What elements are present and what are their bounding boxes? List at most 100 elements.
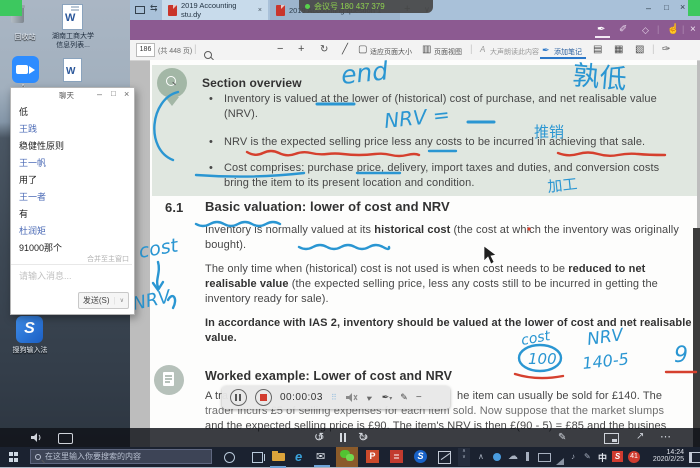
volume-icon[interactable] <box>30 432 43 443</box>
mail-icon[interactable]: ✉ <box>316 450 325 463</box>
tab-accounting-study[interactable]: 2019 Accounting stu.dy × <box>162 0 268 20</box>
chat-minimize-button[interactable]: – <box>97 89 102 99</box>
overview-bullet1-line1: Inventory is valued at the lower of (his… <box>224 93 657 105</box>
pdf-file-icon <box>168 5 177 16</box>
set-tabs-aside-icon[interactable] <box>135 6 145 14</box>
separator: | <box>682 24 684 34</box>
rewind-10-button[interactable]: ↺10 <box>314 430 324 444</box>
chat-maximize-button[interactable]: □ <box>111 89 116 98</box>
fullscreen-icon[interactable]: ↗ <box>636 431 644 442</box>
separator: | <box>652 44 655 55</box>
tab-close-icon[interactable]: × <box>258 7 262 14</box>
fit-page-icon[interactable]: ▢ <box>358 45 367 55</box>
window-close-button[interactable]: × <box>680 2 685 12</box>
window-minimize-button[interactable]: – <box>646 3 651 13</box>
send-button[interactable]: 发送(S)|∨ <box>78 292 129 309</box>
add-notes-label[interactable]: 添加笔记 <box>554 47 582 57</box>
eraser-icon[interactable]: ◇ <box>642 25 649 36</box>
chat-sender-name[interactable]: 王一者 <box>19 190 46 203</box>
ink-pen-icon[interactable]: ✒▾ <box>382 392 393 403</box>
page-view-label[interactable]: 页面视图 <box>434 47 462 57</box>
edge-taskbar-icon[interactable]: e <box>295 449 302 464</box>
zoom-out-button[interactable]: − <box>277 44 283 55</box>
chat-close-button[interactable]: × <box>124 89 129 99</box>
tray-app-icon[interactable] <box>493 453 501 461</box>
task-view-button[interactable] <box>252 452 263 463</box>
minimize-toolbar-icon[interactable]: − <box>416 392 422 403</box>
chat-sender-name[interactable]: 王践 <box>19 122 37 135</box>
chat-message: 有 <box>19 207 28 220</box>
sogou-tray-icon[interactable]: S <box>612 451 623 462</box>
screenshot-app-icon[interactable] <box>438 451 451 464</box>
meeting-id-badge[interactable]: 会议号 180 437 379 <box>299 0 433 13</box>
window-maximize-button[interactable]: □ <box>664 3 669 12</box>
example-line1-right: he item can usually be sold for £140. Th… <box>457 390 662 402</box>
search-placeholder: 在这里输入你要搜索的内容 <box>45 451 141 462</box>
powerpoint-icon[interactable]: P <box>366 450 379 463</box>
display-icon[interactable] <box>538 453 551 462</box>
network-icon[interactable] <box>556 458 564 465</box>
sogou-desktop-icon[interactable]: S <box>16 316 43 343</box>
annotate-pen-icon[interactable]: ✎ <box>558 432 566 443</box>
pin-tray-icon[interactable] <box>526 452 529 461</box>
ballpoint-pen-icon[interactable]: ✒ <box>597 24 605 35</box>
exit-annotation-icon[interactable]: × <box>690 24 696 35</box>
chat-sender-name[interactable]: 王一帆 <box>19 156 46 169</box>
save-as-icon[interactable]: ▧ <box>635 45 644 55</box>
tab-preview-icon[interactable]: ⇆ <box>150 3 158 14</box>
red-app-icon[interactable]: ≣ <box>390 450 403 463</box>
paragraph2-line3: inventory ready for sale). <box>205 293 329 305</box>
overview-bullet1-line2: (NRV). <box>224 108 258 120</box>
pin-toolbar-icon[interactable]: ✑ <box>662 45 670 55</box>
add-notes-pen-icon[interactable]: ✒ <box>542 45 550 56</box>
chat-input[interactable]: 请输入消息... <box>19 269 72 282</box>
taskbar: 在这里输入你要搜索的内容 e ✉ P ≣ S ∧ ∨ ∧ ☁ ♪ ✎ 中 S 4… <box>0 447 700 467</box>
start-button[interactable] <box>9 452 19 462</box>
more-options-icon[interactable]: ⋯ <box>660 430 671 443</box>
audio-tray-icon[interactable]: ♪ <box>571 452 575 461</box>
chat-title: 聊天 <box>59 90 74 101</box>
touch-writing-icon[interactable]: ☝ <box>667 24 679 35</box>
save-icon[interactable]: ▦ <box>614 45 623 55</box>
panel-icon[interactable] <box>58 433 73 444</box>
clock[interactable]: 14:24 2020/2/25 <box>646 449 684 463</box>
cortana-button[interactable] <box>224 452 235 463</box>
zoom-app-icon[interactable] <box>12 56 39 83</box>
pause-button[interactable] <box>230 389 247 406</box>
ime-indicator[interactable]: 中 <box>598 451 607 464</box>
wechat-icon[interactable] <box>340 450 354 462</box>
action-center-icon[interactable] <box>689 452 700 463</box>
draw-line-icon[interactable]: ╱ <box>342 45 348 55</box>
cloud-icon[interactable]: ☁ <box>508 451 518 462</box>
taskbar-search-box[interactable]: 在这里输入你要搜索的内容 <box>30 449 212 464</box>
taskbar-scroll-widget[interactable]: ∧ ∨ <box>458 448 470 466</box>
read-aloud-icon[interactable]: A <box>480 45 485 54</box>
page-view-icon[interactable]: ▥ <box>422 45 431 55</box>
stop-button[interactable] <box>255 389 272 406</box>
highlighter-icon[interactable]: ✐ <box>619 24 627 35</box>
chat-sender-name[interactable]: 杜润矩 <box>19 224 46 237</box>
rotate-icon[interactable]: ↻ <box>320 45 328 55</box>
pen-tray-icon[interactable]: ✎ <box>584 452 591 461</box>
merge-to-main-link[interactable]: 合并至主窗口 <box>87 254 129 264</box>
read-aloud-label[interactable]: 大声朗读此内容 <box>490 47 539 57</box>
word-doc-icon[interactable]: W <box>62 4 83 30</box>
zoom-in-button[interactable]: + <box>298 44 304 55</box>
print-icon[interactable]: ▤ <box>593 45 602 55</box>
fit-page-label[interactable]: 适应页面大小 <box>370 47 412 57</box>
sogou-browser-icon[interactable]: S <box>414 450 427 463</box>
paragraph1-line2: bought). <box>205 239 246 251</box>
word-doc2-icon[interactable]: W <box>63 58 82 82</box>
page-number-input[interactable]: 186 <box>136 43 155 57</box>
laser-pointer-icon[interactable]: ► <box>364 392 375 404</box>
forward-30-button[interactable]: ↻30 <box>358 430 368 444</box>
paragraph2-line1: The only time when (historical) cost is … <box>205 263 645 275</box>
drag-grip-icon[interactable]: ⠿ <box>331 393 337 402</box>
worked-example-icon <box>154 365 184 395</box>
tray-expand-icon[interactable]: ∧ <box>478 452 484 461</box>
mute-speaker-icon[interactable] <box>345 392 358 403</box>
notification-count-badge[interactable]: 41 <box>628 451 640 463</box>
brush-icon[interactable]: ✎ <box>400 392 408 403</box>
pip-icon[interactable] <box>604 433 619 444</box>
chat-message: 低 <box>19 105 28 118</box>
